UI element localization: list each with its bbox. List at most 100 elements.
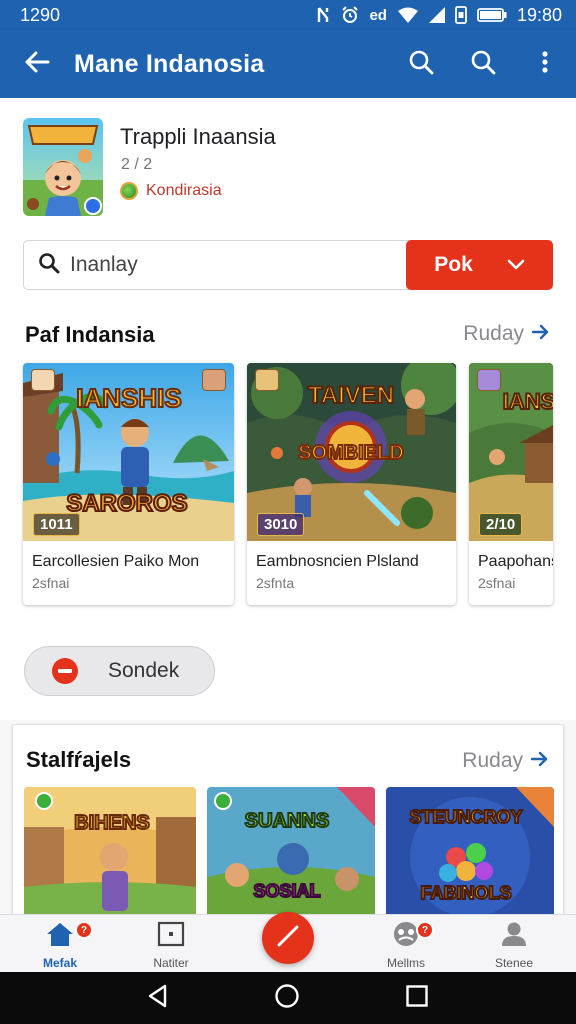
section-collections: Stalfŕajels Ruday BIHENS SUANNS SOSIAL S…: [12, 724, 564, 927]
thumb-art-subtitle: SOMBIELD: [298, 442, 404, 464]
square-icon: [157, 921, 185, 952]
section-featured: Paf Indansia Ruday IANSHIS SAROROS 1011 …: [0, 308, 576, 628]
nfc-icon: [317, 6, 331, 24]
game-card-subtitle: 2sfnai: [478, 575, 516, 591]
game-card[interactable]: IANS 2/10 Paapohans 2sfnai: [469, 363, 553, 605]
search-icon: [408, 49, 434, 80]
section-see-more-link[interactable]: Ruday: [462, 749, 549, 773]
thumb-art-title: SUANNS: [245, 810, 329, 832]
game-card-subtitle: 2sfnta: [256, 575, 295, 591]
back-arrow-icon: [24, 51, 50, 78]
status-bar: 1290 ed 19:80: [0, 0, 576, 30]
search-icon: [470, 49, 496, 80]
notification-badge: ?: [75, 921, 93, 939]
back-button[interactable]: [0, 30, 74, 98]
battery-icon: [477, 8, 507, 22]
game-card-title: Eambnosncien Plsland: [256, 553, 419, 570]
thumb-art-subtitle: SOSIAL: [253, 881, 320, 901]
status-left-time: 1290: [20, 4, 61, 25]
system-navigation-bar: [0, 972, 576, 1024]
price-chip: 2/10: [479, 513, 523, 536]
arrow-right-icon: [530, 749, 549, 773]
game-card-title: Paapohans: [478, 553, 553, 570]
app-header: Trappli Inaansia 2 / 2 Kondirasia: [0, 98, 576, 238]
collection-card[interactable]: STEUNCROY FABINOLS: [386, 787, 554, 927]
sim-icon: [455, 6, 467, 24]
more-vert-icon: [541, 50, 549, 79]
app-tag-label: Kondirasia: [146, 182, 222, 199]
see-more-label: Ruday: [462, 749, 523, 772]
thumb-corner-badge: [477, 369, 501, 391]
check-icon: [507, 253, 525, 277]
search-button[interactable]: [390, 30, 452, 98]
app-tag[interactable]: Kondirasia: [120, 182, 222, 200]
game-card-title: Earcollesien Paiko Mon: [32, 553, 200, 570]
nav-item-stenee[interactable]: Stenee: [464, 915, 564, 973]
search-row: Inanlay Pok: [0, 238, 576, 308]
app-bar: Mane Indanosia: [0, 30, 576, 98]
signal-icon: [428, 7, 445, 23]
notification-badge: ?: [416, 921, 434, 939]
more-options-button[interactable]: [514, 30, 576, 98]
sondek-chip[interactable]: Sondek: [24, 646, 215, 696]
collection-card[interactable]: BIHENS: [24, 787, 196, 927]
nav-item-natiter[interactable]: Natiter: [121, 915, 221, 973]
thumb-art-subtitle: FABINOLS: [420, 883, 511, 903]
section-see-more-link[interactable]: Ruday: [463, 322, 550, 346]
game-thumbnail: TAIVEN SOMBIELD 3010: [247, 363, 456, 541]
thumb-art-subtitle: SAROROS: [66, 490, 187, 517]
remove-icon: [52, 658, 78, 684]
nav-label: Mellms: [387, 956, 425, 970]
arrow-right-icon: [531, 322, 550, 346]
system-home-icon[interactable]: [274, 983, 300, 1014]
search-button-secondary[interactable]: [452, 30, 514, 98]
see-more-label: Ruday: [463, 322, 524, 345]
tag-dot-icon: [120, 182, 138, 200]
game-card[interactable]: IANSHIS SAROROS 1011 Earcollesien Paiko …: [23, 363, 234, 605]
thumb-art-title: STEUNCROY: [409, 807, 522, 827]
game-card-subtitle: 2sfnai: [32, 575, 70, 591]
game-thumbnail: IANS 2/10: [469, 363, 553, 541]
section-title: Paf Indansia: [25, 322, 155, 347]
thumb-corner-avatar: [202, 369, 226, 391]
compose-fab[interactable]: [262, 912, 314, 964]
collection-card[interactable]: SUANNS SOSIAL: [207, 787, 375, 927]
thumb-art-title: BIHENS: [74, 812, 150, 834]
app-bar-title: Mane Indanosia: [74, 49, 265, 78]
nav-label: Mefak: [42, 956, 77, 970]
pok-dropdown-button[interactable]: Pok: [406, 240, 553, 290]
person-icon: [500, 921, 528, 952]
status-right-time: 19:80: [516, 4, 562, 25]
search-input-value: Inanlay: [70, 253, 138, 276]
nav-item-home[interactable]: Mefak ?: [10, 915, 110, 973]
search-icon: [38, 252, 60, 279]
pencil-icon: [275, 923, 301, 954]
thumb-art-title: IANS: [503, 389, 553, 414]
price-chip: 3010: [257, 513, 305, 536]
game-card[interactable]: TAIVEN SOMBIELD 3010 Eambnosncien Plslan…: [247, 363, 456, 605]
thumb-corner-badge: [31, 369, 55, 391]
network-label: ed: [369, 6, 387, 24]
section-title: Stalfŕajels: [26, 747, 132, 772]
nav-label: Stenee: [494, 956, 534, 970]
nav-item-mellms[interactable]: Mellms ?: [356, 915, 456, 973]
thumb-art-title: IANSHIS: [76, 383, 181, 413]
alarm-icon: [341, 6, 359, 24]
pok-button-label: Pok: [434, 253, 473, 276]
system-recents-icon[interactable]: [405, 984, 429, 1013]
app-name: Trappli Inaansia: [120, 124, 276, 149]
game-thumbnail: IANSHIS SAROROS 1011: [23, 363, 234, 541]
app-icon[interactable]: [23, 118, 103, 216]
screen: 1290 ed 19:80 Mane Indanosia Trappli Ina…: [0, 0, 576, 1024]
sondek-chip-label: Sondek: [108, 659, 180, 682]
thumb-art-title: TAIVEN: [308, 382, 394, 409]
home-icon: [45, 921, 75, 952]
system-back-icon[interactable]: [147, 984, 169, 1013]
wifi-icon: [397, 7, 419, 23]
nav-label: Natiter: [153, 956, 189, 970]
status-icons: ed 19:80: [317, 5, 562, 26]
search-input[interactable]: Inanlay: [23, 240, 409, 290]
thumb-corner-badge: [255, 369, 279, 391]
app-version: 2 / 2: [121, 156, 153, 173]
pill-area: Sondek: [0, 628, 576, 720]
